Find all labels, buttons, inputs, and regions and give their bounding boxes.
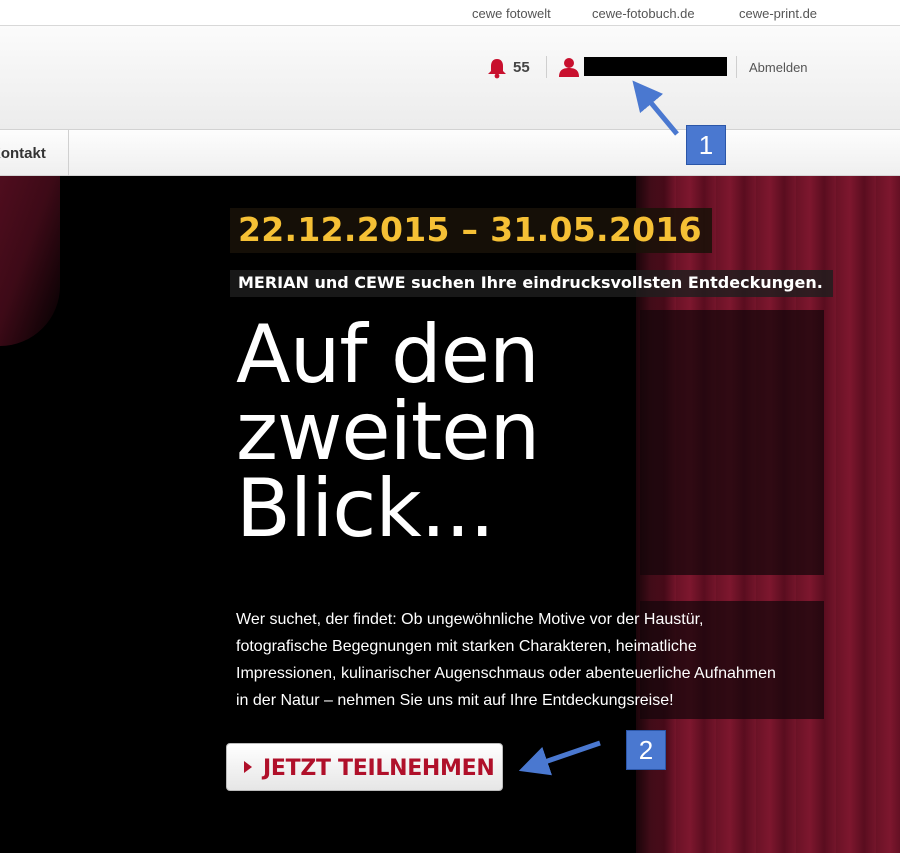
divider bbox=[736, 56, 737, 78]
headline-line: zweiten bbox=[236, 385, 540, 478]
link-cewe-fotowelt[interactable]: cewe fotowelt bbox=[472, 6, 551, 21]
link-cewe-fotobuch[interactable]: cewe-fotobuch.de bbox=[592, 6, 695, 21]
subtitle-box: MERIAN und CEWE suchen Ihre eindrucksvol… bbox=[230, 270, 833, 297]
main-nav: Kontakt bbox=[0, 130, 900, 176]
headline-line: Blick... bbox=[236, 462, 495, 555]
annotation-badge-1: 1 bbox=[686, 125, 726, 165]
link-cewe-print[interactable]: cewe-print.de bbox=[739, 6, 817, 21]
bell-icon[interactable] bbox=[486, 57, 508, 79]
hero-subtitle: MERIAN und CEWE suchen Ihre eindrucksvol… bbox=[238, 273, 823, 292]
participate-button-label: JETZT TEILNEHMEN bbox=[263, 756, 495, 781]
description-line: Wer suchet, der findet: Ob ungewöhnliche… bbox=[236, 611, 704, 628]
play-arrow-icon bbox=[244, 761, 252, 773]
description-line: Impressionen, kulinarischer Augenschmaus… bbox=[236, 665, 776, 682]
top-links-bar: cewe fotowelt cewe-fotobuch.de cewe-prin… bbox=[0, 0, 900, 26]
headline-line: Auf den bbox=[236, 308, 540, 401]
hero-section: 22.12.2015 – 31.05.2016 MERIAN und CEWE … bbox=[0, 176, 900, 853]
logout-link[interactable]: Abmelden bbox=[749, 60, 808, 75]
date-range-box: 22.12.2015 – 31.05.2016 bbox=[230, 208, 712, 253]
curtain-decoration bbox=[0, 176, 60, 346]
user-icon[interactable] bbox=[558, 56, 580, 78]
nav-item-label: Kontakt bbox=[0, 145, 46, 162]
nav-item-kontakt[interactable]: Kontakt bbox=[0, 130, 69, 176]
user-name-redacted[interactable] bbox=[584, 57, 727, 76]
description-line: fotografische Begegnungen mit starken Ch… bbox=[236, 638, 697, 655]
hero-headline: Auf den zweiten Blick... bbox=[236, 308, 656, 555]
participate-button[interactable]: JETZT TEILNEHMEN bbox=[226, 743, 503, 791]
hero-description: Wer suchet, der findet: Ob ungewöhnliche… bbox=[236, 606, 816, 714]
description-line: in der Natur – nehmen Sie uns mit auf Ih… bbox=[236, 692, 674, 709]
site-header: 55 Abmelden bbox=[0, 26, 900, 130]
date-range: 22.12.2015 – 31.05.2016 bbox=[238, 210, 702, 249]
divider bbox=[546, 56, 547, 78]
backdrop-panel bbox=[640, 310, 824, 575]
notification-count[interactable]: 55 bbox=[513, 59, 530, 76]
annotation-badge-2: 2 bbox=[626, 730, 666, 770]
